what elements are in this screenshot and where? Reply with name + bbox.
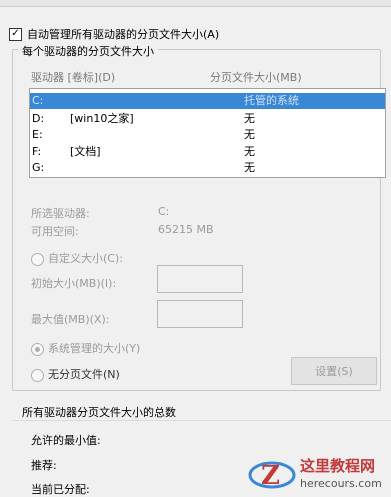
no-paging-file-label: 无分页文件(N) [48,368,120,381]
no-paging-file-radio[interactable]: 无分页文件(N) [31,366,120,382]
auto-manage-checkbox-row[interactable]: ✓ 自动管理所有驱动器的分页文件大小(A) [9,26,219,42]
system-managed-label: 系统管理的大小(Y) [48,342,141,355]
drive-letter: G: [32,161,45,174]
drive-volume-label: [文档] [70,145,101,158]
initial-size-input[interactable] [157,265,243,293]
watermark-title: 这里教程网 [300,457,376,475]
max-size-label: 最大值(MB)(X): [31,313,110,326]
radio-selected-icon[interactable] [31,342,44,356]
system-managed-radio[interactable]: 系统管理的大小(Y) [31,340,140,356]
drive-paging-size: 无 [244,145,255,158]
drive-row-d[interactable]: D: [win10之家] 无 [30,111,385,127]
free-space-value: 65215 MB [158,223,214,236]
initial-size-label: 初始大小(MB)(I): [31,277,117,290]
drive-letter: F: [32,145,42,158]
drive-row-c[interactable]: C: 托管的系统 [30,93,385,109]
custom-size-label: 自定义大小(C): [48,252,123,265]
drive-letter: E: [32,128,43,141]
watermark-url: herecours.com [300,477,382,490]
max-size-input[interactable] [157,300,243,328]
checkbox-checked-icon[interactable]: ✓ [9,27,22,41]
drive-volume-label: [win10之家] [70,112,134,125]
watermark-logo-icon: Z [248,461,296,491]
selected-drive-value: C: [158,205,170,218]
drive-letter: C: [32,94,44,107]
drive-letter: D: [32,112,45,125]
drive-paging-size: 无 [244,112,255,125]
window-top-border [0,0,391,7]
selected-drive-label: 所选驱动器: [31,207,90,220]
column-header-drive: 驱动器 [卷标](D) [31,71,116,84]
radio-empty-icon[interactable] [31,368,44,382]
free-space-label: 可用空间: [31,225,79,238]
drive-row-g[interactable]: G: 无 [30,160,385,176]
drive-list[interactable]: C: 托管的系统 D: [win10之家] 无 E: 无 F: [文档] 无 G… [29,88,386,178]
drive-row-f[interactable]: F: [文档] 无 [30,144,385,160]
groupbox-title: 每个驱动器的分页文件大小 [18,43,158,59]
totals-divider [12,420,391,421]
drive-paging-size: 托管的系统 [244,94,299,107]
recommended-label: 推荐: [31,459,57,472]
drive-row-e[interactable]: E: 无 [30,127,385,143]
totals-title: 所有驱动器分页文件大小的总数 [22,406,176,419]
watermark-logo-letter: Z [261,461,280,491]
auto-manage-label: 自动管理所有驱动器的分页文件大小(A) [27,28,220,41]
currently-allocated-label: 当前已分配: [31,483,90,496]
drive-paging-size: 无 [244,161,255,174]
min-allowed-label: 允许的最小值: [31,434,101,447]
set-button[interactable]: 设置(S) [291,357,377,385]
drive-paging-size: 无 [244,128,255,141]
radio-empty-icon[interactable] [31,252,44,266]
column-header-size: 分页文件大小(MB) [210,71,302,84]
custom-size-radio[interactable]: 自定义大小(C): [31,250,123,266]
